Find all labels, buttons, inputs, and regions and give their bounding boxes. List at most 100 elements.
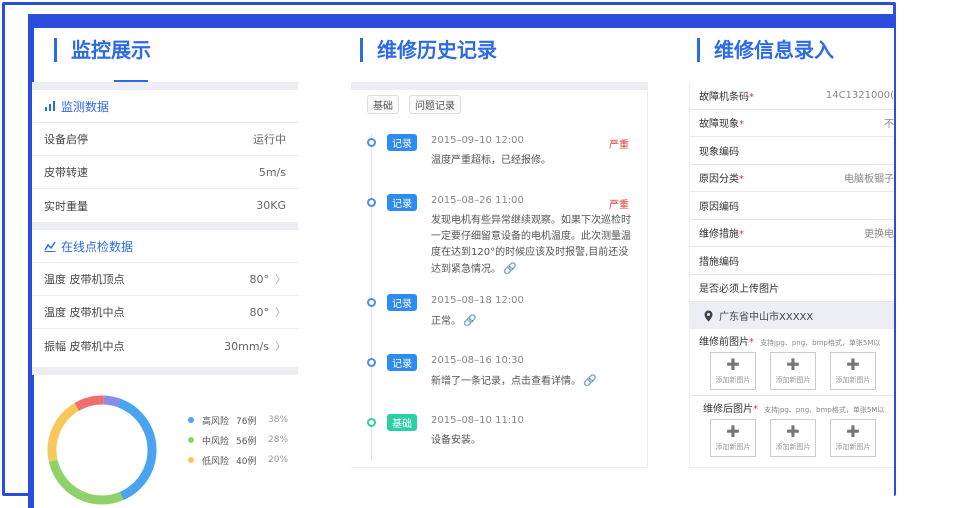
row-label: 振幅 皮带机中点 [44, 339, 125, 353]
record-badge: 基础 [387, 414, 417, 431]
add-image-button[interactable]: ✚ 添加新图片 [770, 352, 816, 390]
form-field[interactable]: 是否必须上传图片 [690, 275, 894, 302]
tab-basic[interactable]: 基础 [367, 94, 399, 114]
before-images-header: 维修前图片 * 支持jpg、png、bmp格式，单张5M以 [699, 333, 894, 348]
location-field[interactable]: 广东省中山市XXXXX [690, 302, 894, 329]
form-field[interactable]: 故障现象* 不 [690, 110, 894, 137]
add-image-button[interactable]: ✚ 添加新图片 [830, 419, 876, 457]
risk-legend: 高风险 76例 38% 中风险 56例 28% 低风险 40例 20% [188, 410, 288, 470]
field-label: 故障机条码 [699, 91, 749, 103]
form-field[interactable]: 原因分类* 电脑板锢子 [690, 165, 894, 192]
attachment-icon[interactable]: 🔗 [583, 374, 597, 387]
entry-title: 维修信息录入 [697, 38, 834, 62]
add-image-button[interactable]: ✚ 添加新图片 [710, 419, 756, 457]
legend-count: 40例 [236, 456, 257, 467]
inspection-row[interactable]: 温度 皮带机顶点 80° 〉 [32, 263, 298, 296]
legend-name: 低风险 [202, 456, 230, 467]
record-description: 正常。 🔗 [431, 313, 635, 330]
timeline-line [371, 134, 372, 460]
plus-icon: ✚ [786, 355, 800, 374]
add-image-button[interactable]: ✚ 添加新图片 [770, 419, 816, 457]
field-label: 维修措施 [699, 229, 739, 241]
plus-icon: ✚ [846, 355, 860, 374]
attachment-icon[interactable]: 🔗 [463, 314, 477, 327]
before-images-section: 维修前图片 * 支持jpg、png、bmp格式，单张5M以 ✚ 添加新图片 ✚ 添加新图… [690, 329, 894, 396]
upload-hint: 支持jpg、png、bmp格式，单张5M以 [764, 406, 885, 414]
required-mark: * [739, 119, 744, 131]
form-field[interactable]: 维修措施* 更换电 [690, 220, 894, 247]
plus-icon: ✚ [786, 422, 800, 441]
legend-item: 低风险 40例 20% [188, 450, 288, 470]
row-value: 30KG [256, 199, 286, 212]
tab-issue-records[interactable]: 问题记录 [409, 94, 461, 114]
record-badge: 记录 [387, 354, 417, 371]
record-text: 温度严重超标，已经报修。 [431, 155, 551, 166]
field-label: 原因编码 [699, 201, 739, 213]
donut-segment [74, 395, 104, 411]
upload-tiles: ✚ 添加新图片 ✚ 添加新图片 ✚ 添加新图片 [699, 352, 894, 390]
add-image-button[interactable]: ✚ 添加新图片 [830, 352, 876, 390]
after-images-section: 维修后图片 * 支持jpg、png、bmp格式，单张5M以 ✚ 添加新图片 ✚ 添加新图… [690, 396, 894, 463]
field-label: 现象编码 [699, 146, 739, 158]
timeline-dot [367, 138, 376, 147]
form-field[interactable]: 措施编码 [690, 247, 894, 275]
row-value: 运行中 [253, 133, 286, 146]
donut-segment [48, 459, 124, 505]
row-label: 温度 皮带机中点 [44, 306, 125, 319]
record-description: 新增了一条记录，点击查看详情。 🔗 [431, 373, 635, 390]
required-mark: * [749, 337, 754, 348]
record-time: 2015–08–16 10:30 [431, 355, 524, 366]
record-time: 2015–08–10 11:10 [431, 415, 524, 426]
entry-form: 故障机条码* 14C1321000( 故障现象* 不 现象编码 原因分类* 电脑板锢子… [689, 82, 894, 468]
legend-name: 高风险 [202, 416, 230, 427]
bar-chart-icon [45, 101, 55, 111]
record-badge: 记录 [387, 194, 417, 211]
chevron-right-icon: 〉 [275, 273, 286, 286]
location-pin-icon [704, 310, 713, 321]
record-description: 温度严重超标，已经报修。 [431, 153, 635, 169]
legend-percent: 28% [268, 435, 289, 445]
row-value: 30mm/s [224, 339, 269, 353]
timeline-dot [367, 198, 376, 207]
record-text: 新增了一条记录，点击查看详情。 [431, 376, 581, 387]
plus-icon: ✚ [726, 422, 740, 441]
row-label: 皮带转速 [44, 166, 88, 179]
inspection-row[interactable]: 振幅 皮带机中点 30mm/s 〉 [32, 329, 298, 362]
row-value: 80° [249, 273, 270, 286]
legend-dot [188, 437, 194, 443]
field-value[interactable]: 电脑板锢子 [844, 170, 894, 185]
field-value[interactable]: 更换电 [864, 225, 894, 240]
inspection-row[interactable]: 温度 皮带机中点 80° 〉 [32, 296, 298, 329]
row-label: 实时重量 [44, 199, 88, 213]
field-label: 是否必须上传图片 [699, 284, 779, 296]
required-mark: * [739, 174, 744, 186]
record-text: 发现电机有些异常继续观察。如果下次巡检时一定要仔细留意设备的电机温度。此次测量温… [431, 215, 631, 275]
legend-percent: 38% [268, 415, 289, 425]
history-tabs: 基础 问题记录 [351, 90, 647, 118]
required-mark: * [749, 91, 754, 103]
online-inspection-title: 在线点检数据 [61, 239, 134, 254]
before-images-label: 维修前图片 [699, 337, 749, 348]
record-description: 设备安装。 [431, 433, 635, 449]
record-badge: 记录 [387, 134, 417, 151]
chevron-right-icon: 〉 [275, 306, 286, 319]
attachment-icon[interactable]: 🔗 [503, 262, 517, 275]
line-chart-icon [44, 241, 56, 252]
record-text: 正常。 [431, 316, 461, 327]
timeline-dot [367, 298, 376, 307]
monitor-row: 实时重量 30KG [32, 189, 298, 222]
form-field[interactable]: 现象编码 [690, 137, 894, 165]
form-field[interactable]: 故障机条码* 14C1321000( [690, 82, 894, 110]
timeline-dot [367, 358, 376, 367]
severity-label: 严重 [609, 200, 629, 211]
plus-icon: ✚ [726, 355, 740, 374]
field-value[interactable]: 14C1321000( [826, 90, 894, 101]
field-value[interactable]: 不 [884, 115, 894, 130]
add-image-button[interactable]: ✚ 添加新图片 [710, 352, 756, 390]
record-time: 2015–08–26 11:00 [431, 195, 524, 206]
row-label: 设备启停 [44, 133, 88, 146]
form-field[interactable]: 原因编码 [690, 192, 894, 220]
legend-name: 中风险 [202, 436, 230, 447]
section-separator [32, 367, 298, 375]
donut-segment [103, 395, 121, 408]
